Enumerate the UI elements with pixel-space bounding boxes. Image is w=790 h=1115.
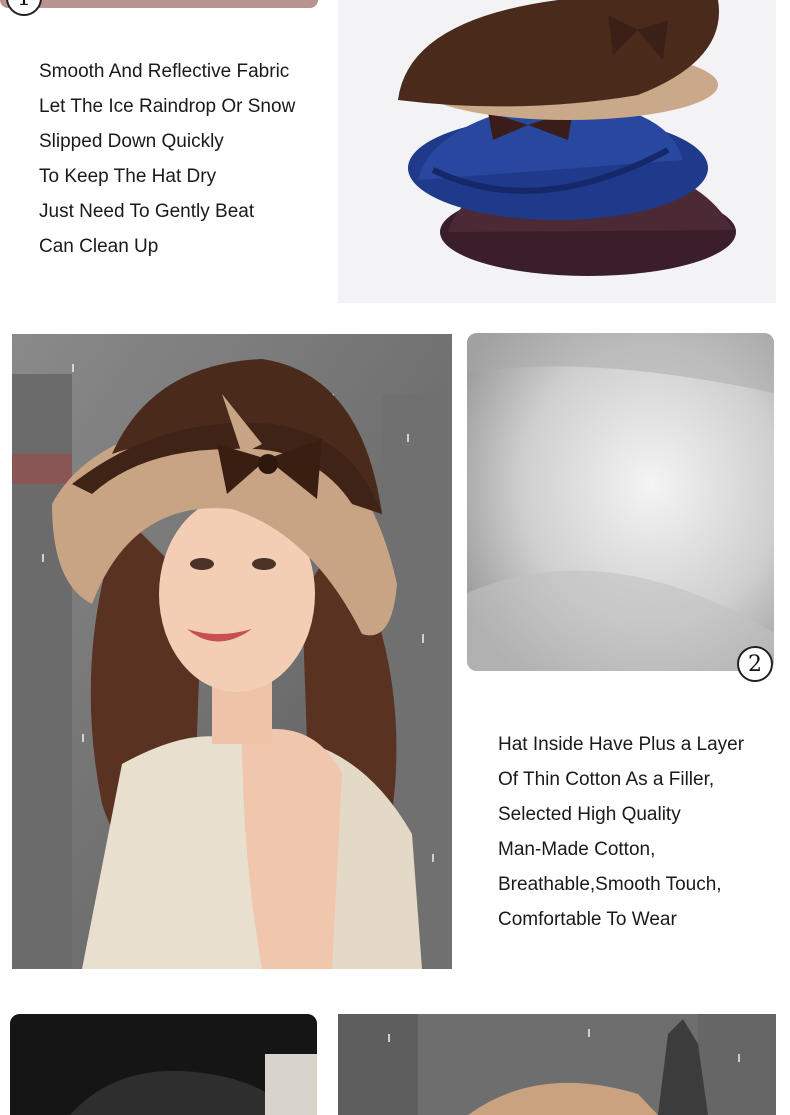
- feature-line: To Keep The Hat Dry: [39, 166, 217, 187]
- feature-line: Hat Inside Have Plus a Layer: [498, 734, 745, 755]
- hat-lining-detail-photo: [10, 1014, 317, 1115]
- stacked-hats-photo: [338, 0, 776, 303]
- feature-line: Man-Made Cotton,: [498, 839, 656, 860]
- feature-line: Smooth And Reflective Fabric: [39, 61, 290, 82]
- top-banner-fragment: [0, 0, 318, 8]
- model-wearing-hat-photo: [12, 334, 452, 969]
- cotton-feature-list: Hat Inside Have Plus a Layer Of Thin Cot…: [498, 727, 744, 937]
- feature-line: Just Need To Gently Beat: [39, 201, 255, 222]
- feature-line: Selected High Quality: [498, 804, 681, 825]
- feature-line: Breathable,Smooth Touch,: [498, 874, 722, 895]
- feature-line: Let The Ice Raindrop Or Snow: [39, 96, 296, 117]
- street-hat-photo: [338, 1014, 776, 1115]
- feature-line: Comfortable To Wear: [498, 909, 677, 930]
- feature-line: Can Clean Up: [39, 236, 159, 257]
- feature-line: Of Thin Cotton As a Filler,: [498, 769, 715, 790]
- cotton-filler-photo: [467, 333, 774, 671]
- feature-line: Slipped Down Quickly: [39, 131, 224, 152]
- fabric-feature-list: Smooth And Reflective Fabric Let The Ice…: [39, 54, 295, 264]
- step-badge-2: 2: [737, 646, 773, 682]
- step-badge-1: 1: [6, 0, 42, 16]
